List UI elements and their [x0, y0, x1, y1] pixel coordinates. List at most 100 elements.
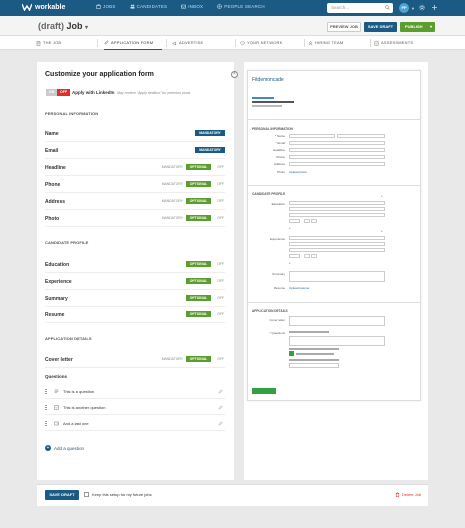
- page-title[interactable]: (draft) Job ▾: [38, 21, 88, 31]
- tab-divider: [304, 39, 305, 47]
- delete-job-button[interactable]: Delete Job: [395, 492, 421, 497]
- optional-badge[interactable]: OPTIONAL: [186, 215, 211, 221]
- preview-subtitle-bar: [252, 101, 294, 103]
- workable-logo-icon: [22, 3, 32, 11]
- off-option[interactable]: OFF: [217, 165, 224, 169]
- list-icon: [54, 421, 59, 426]
- people-icon: [129, 4, 135, 9]
- pencil-icon[interactable]: [218, 421, 223, 426]
- preview-experience-label: Experience: [269, 237, 285, 241]
- field-label: Cover letter: [45, 357, 73, 363]
- tab-application-form[interactable]: APPLICATION FORM: [104, 36, 162, 50]
- chevron-down-icon: ▾: [85, 25, 89, 31]
- pencil-icon[interactable]: [218, 389, 223, 394]
- preview-cover-textarea: [289, 316, 385, 326]
- mandatory-option[interactable]: MANDATORY: [162, 199, 183, 203]
- add-question-button[interactable]: + Add a question: [45, 445, 84, 451]
- tab-your-network-label: YOUR NETWORK: [247, 40, 283, 45]
- tab-divider: [166, 39, 167, 47]
- required-marker: *: [289, 261, 291, 266]
- optional-badge[interactable]: OPTIONAL: [186, 198, 211, 204]
- question-row[interactable]: And a last one: [45, 417, 225, 431]
- tab-your-network[interactable]: YOUR NETWORK: [240, 36, 300, 50]
- optional-badge[interactable]: OPTIONAL: [186, 295, 211, 301]
- question-row[interactable]: This is a question: [45, 385, 225, 399]
- mandatory-option[interactable]: MANDATORY: [162, 216, 183, 220]
- save-draft-button[interactable]: SAVE DRAFT: [364, 22, 397, 32]
- gear-icon[interactable]: [419, 4, 425, 11]
- linkedin-toggle[interactable]: ON OFF: [46, 89, 70, 96]
- drag-handle-icon[interactable]: [45, 405, 47, 410]
- preview-divider: [247, 119, 421, 120]
- pencil-icon[interactable]: [218, 405, 223, 410]
- nav-jobs[interactable]: JOBS: [96, 4, 116, 9]
- publish-button[interactable]: PUBLISH ▾: [400, 22, 435, 32]
- search-input[interactable]: Search...: [327, 3, 393, 13]
- required-marker: *: [381, 194, 383, 199]
- checkbox-icon: [54, 405, 59, 410]
- nav-candidates[interactable]: CANDIDATES: [129, 4, 168, 9]
- nav-people-search[interactable]: PEOPLE SEARCH: [217, 4, 265, 9]
- off-option[interactable]: OFF: [217, 296, 224, 300]
- keep-setup-checkbox[interactable]: Keep this setup for my future jobs: [84, 492, 152, 497]
- preview-phone-input: [289, 155, 385, 159]
- brand-name: workable: [35, 3, 66, 11]
- field-label: Address: [45, 199, 66, 205]
- tab-hiring-team[interactable]: HIRING TEAM: [308, 36, 358, 50]
- chevron-down-icon: ▾: [429, 24, 432, 29]
- preview-question-textarea: [289, 336, 385, 346]
- linkedin-note: May receive "Apply dealbox" for premium …: [117, 91, 192, 95]
- preview-meta-bar: [252, 105, 282, 107]
- preview-summary-textarea: [289, 271, 385, 282]
- off-option[interactable]: OFF: [217, 262, 224, 266]
- mandatory-option[interactable]: MANDATORY: [162, 182, 183, 186]
- drag-handle-icon[interactable]: [45, 389, 47, 394]
- off-option[interactable]: OFF: [217, 199, 224, 203]
- optional-badge[interactable]: OPTIONAL: [186, 181, 211, 187]
- mandatory-option[interactable]: MANDATORY: [162, 357, 183, 361]
- off-option[interactable]: OFF: [217, 312, 224, 316]
- tab-advertise[interactable]: ADVERTISE: [172, 36, 222, 50]
- off-option[interactable]: OFF: [217, 279, 224, 283]
- field-label: Name: [45, 131, 59, 137]
- optional-badge[interactable]: OPTIONAL: [186, 356, 211, 362]
- optional-badge[interactable]: OPTIONAL: [186, 311, 211, 317]
- chevron-down-icon[interactable]: ▼: [411, 6, 415, 11]
- field-row-resume: Resume OPTIONAL OFF: [45, 307, 225, 323]
- field-label: Resume: [45, 312, 65, 318]
- required-marker: *: [289, 226, 291, 231]
- optional-badge[interactable]: OPTIONAL: [186, 278, 211, 284]
- off-option[interactable]: OFF: [217, 216, 224, 220]
- tab-assessments[interactable]: ASSESSMENTS: [374, 36, 424, 50]
- tab-the-job[interactable]: THE JOB: [36, 36, 86, 50]
- optional-badge[interactable]: OPTIONAL: [186, 164, 211, 170]
- preview-date-input: [311, 254, 317, 258]
- pencil-icon: [104, 40, 109, 45]
- question-row[interactable]: This is another question: [45, 401, 225, 415]
- preview-education-label: Education: [271, 202, 285, 206]
- optional-badge[interactable]: OPTIONAL: [186, 261, 211, 267]
- personal-info-header: PERSONAL INFORMATION: [45, 111, 99, 116]
- save-draft-button-bottom[interactable]: SAVE DRAFT: [45, 490, 79, 500]
- preview-experience-input-2: [289, 242, 385, 246]
- job-tabs: THE JOB APPLICATION FORM ADVERTISE YOUR …: [0, 36, 465, 50]
- off-option[interactable]: OFF: [217, 357, 224, 361]
- field-row-phone: Phone MANDATORY OPTIONAL OFF: [45, 177, 225, 193]
- nav-people-search-label: PEOPLE SEARCH: [224, 4, 265, 9]
- off-option[interactable]: OFF: [217, 182, 224, 186]
- tab-the-job-label: THE JOB: [43, 40, 62, 45]
- mandatory-option[interactable]: MANDATORY: [162, 165, 183, 169]
- heart-icon: [240, 41, 245, 46]
- avatar[interactable]: FP: [399, 3, 409, 13]
- preview-experience-input: [289, 236, 385, 240]
- nav-candidates-label: CANDIDATES: [136, 4, 168, 9]
- close-icon[interactable]: ×: [231, 71, 238, 78]
- plus-icon[interactable]: [431, 4, 438, 11]
- workable-logo[interactable]: workable: [22, 3, 65, 11]
- delete-job-label: Delete Job: [402, 492, 422, 497]
- nav-inbox[interactable]: INBOX: [181, 4, 203, 9]
- question-text: And a last one: [63, 421, 89, 426]
- preview-job-button[interactable]: PREVIEW JOB: [327, 22, 361, 32]
- field-label: Education: [45, 262, 70, 268]
- drag-handle-icon[interactable]: [45, 421, 47, 426]
